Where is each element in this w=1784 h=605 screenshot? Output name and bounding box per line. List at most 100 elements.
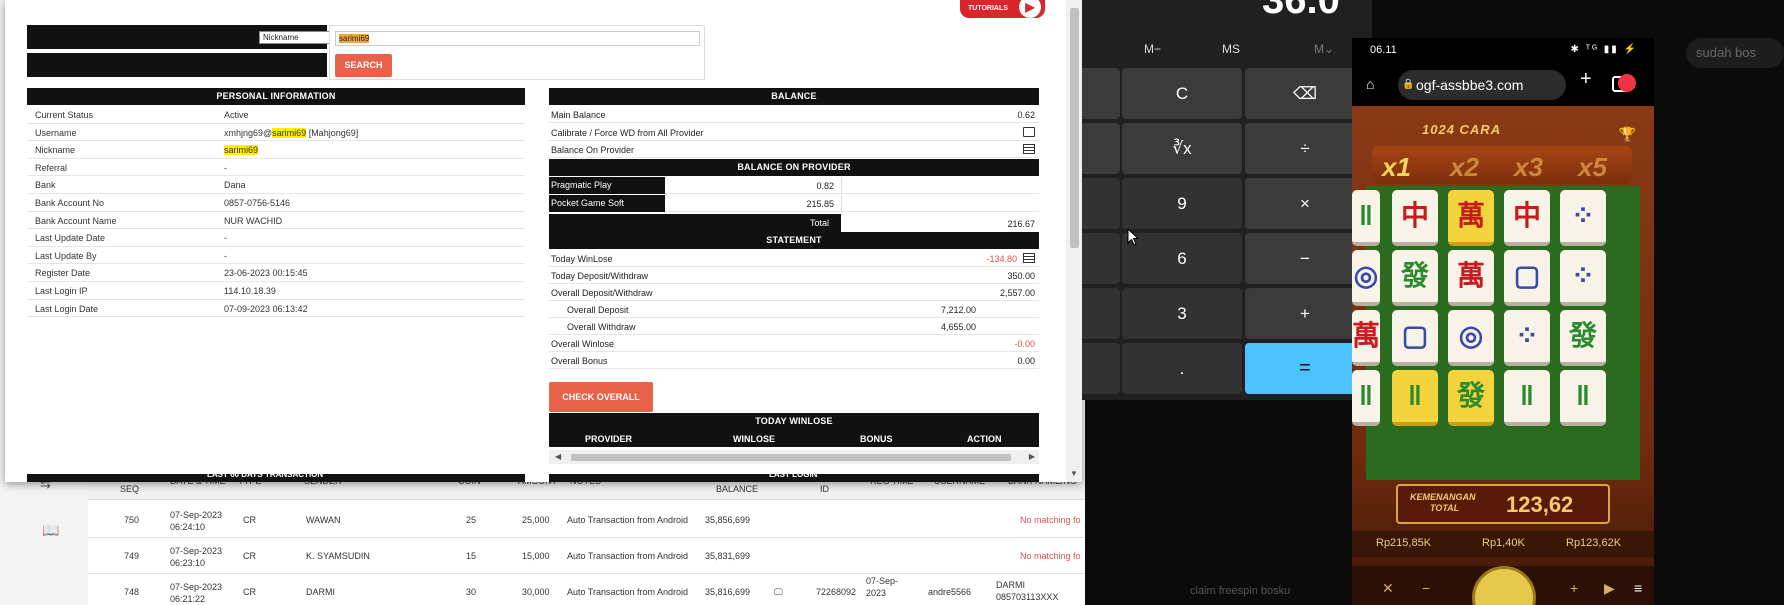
info-label: Register Date xyxy=(35,268,91,279)
calc-key-dot[interactable]: . xyxy=(1122,343,1242,394)
multiplier-x5: x5 xyxy=(1578,152,1607,182)
external-link-icon[interactable] xyxy=(1023,127,1035,137)
total-value: 216.67 xyxy=(1007,219,1035,229)
calc-key-6[interactable]: 6 xyxy=(1122,233,1242,284)
overall-winlose-row: Overall Winlose -0.00 xyxy=(549,335,1039,353)
info-label: Last Update Date xyxy=(35,233,106,244)
scroll-down-icon[interactable]: ▼ xyxy=(1070,469,1078,478)
calc-key-partial[interactable] xyxy=(1082,68,1120,119)
close-icon[interactable]: ✕ xyxy=(1382,580,1394,597)
row-date: 07-Sep-2023 xyxy=(170,510,223,520)
browser-url-bar[interactable]: 🔒 ogf-assbbe3.com xyxy=(1398,70,1566,100)
horizontal-scrollbar[interactable]: ◀ ▶ xyxy=(549,450,1039,464)
calculator-icon[interactable] xyxy=(1023,144,1035,154)
calc-key-divide[interactable]: ÷ xyxy=(1245,123,1365,174)
tile: 發 xyxy=(1560,310,1606,366)
on-provider-label: Balance On Provider xyxy=(551,145,635,155)
book-icon[interactable]: 📖 xyxy=(42,522,59,539)
info-label: Bank xyxy=(35,180,56,191)
menu-icon[interactable]: ≡ xyxy=(1634,580,1642,596)
provider-name: Pocket Game Soft xyxy=(549,195,665,212)
phone-status-icons: ✱ ᵀᴳ ▮▮ ⚡ xyxy=(1570,44,1638,55)
info-value: NUR WACHID xyxy=(224,215,283,226)
mem-minus-button[interactable]: M− xyxy=(1144,42,1161,56)
check-overall-button[interactable]: CHECK OVERALL xyxy=(549,382,653,412)
table-row[interactable]: 748 07-Sep-2023 06:21:22 CR DARMI 30 30,… xyxy=(88,574,1085,605)
row-seq: 750 xyxy=(124,515,140,525)
header-id: ID xyxy=(820,484,829,494)
new-tab-icon[interactable]: + xyxy=(1580,68,1592,91)
balance-header: BALANCE xyxy=(549,88,1039,105)
table-row[interactable]: 750 07-Sep-2023 06:24:10 CR WAWAN 25 25,… xyxy=(88,502,1085,538)
plus-bet-icon[interactable]: + xyxy=(1570,580,1578,596)
tile: 中 xyxy=(1504,190,1550,246)
game-controls: ✕ − + ▶ ≡ xyxy=(1352,566,1654,605)
select-value: Nickname xyxy=(263,33,299,42)
today-dw-value: 350.00 xyxy=(1007,271,1035,281)
calc-key-9[interactable]: 9 xyxy=(1122,178,1242,229)
calc-key-clear[interactable]: C xyxy=(1122,68,1242,119)
browser-menu-icon[interactable] xyxy=(1618,74,1636,92)
overall-winlose-value: -0.00 xyxy=(1014,339,1035,349)
mem-store-button[interactable]: MS xyxy=(1222,42,1240,56)
search-bar-filler xyxy=(27,53,327,77)
info-value: - xyxy=(224,162,227,173)
calc-key-3[interactable]: 3 xyxy=(1122,288,1242,339)
calc-key-partial[interactable] xyxy=(1082,178,1120,229)
spin-button[interactable] xyxy=(1472,566,1536,605)
calculator-icon[interactable] xyxy=(1023,253,1035,263)
calculator-window: 36.0 M− MS M⌄ C ⌫ ∛x ÷ 9 × 6 − 3 + . = xyxy=(1082,0,1372,400)
personal-info-row: Last Update Date - xyxy=(27,229,525,247)
search-button[interactable]: SEARCH xyxy=(335,54,392,77)
game-stats-bar: Rp215,85K Rp1,40K Rp123,62K xyxy=(1352,531,1654,557)
info-value: sarimi69 xyxy=(224,145,259,156)
search-select-bar: Nickname ▼ xyxy=(27,25,339,49)
trophy-icon[interactable]: 🏆 xyxy=(1619,126,1636,143)
table-row[interactable]: 749 07-Sep-2023 06:23:10 CR K. SYAMSUDIN… xyxy=(88,538,1085,574)
row-reg-date: 07-Sep- xyxy=(866,576,899,586)
today-winlose-value: -134.80 xyxy=(986,254,1017,264)
row-coin: 30 xyxy=(466,587,477,597)
minus-bet-icon[interactable]: − xyxy=(1422,580,1430,596)
header-seq: SEQ xyxy=(120,484,140,494)
search-type-select[interactable]: Nickname ▼ xyxy=(259,31,339,44)
stat-balance: Rp215,85K xyxy=(1376,537,1432,549)
transactions-table: SEQ DATE & TIME TYPE SENDER COIN AMOUNT … xyxy=(88,470,1085,605)
player-detail-modal: TUTORIALS ▶ Nickname ▼ sarimi69 SEARCH P… xyxy=(5,0,1082,482)
calc-key-cuberoot[interactable]: ∛x xyxy=(1122,123,1242,174)
mem-list-button[interactable]: M⌄ xyxy=(1314,42,1334,56)
main-balance-value: 0.62 xyxy=(1017,110,1035,120)
calc-key-backspace[interactable]: ⌫ xyxy=(1245,68,1365,119)
calc-key-partial[interactable] xyxy=(1082,123,1120,174)
today-dw-row: Today Deposit/Withdraw 350.00 xyxy=(549,267,1039,285)
provider-value: 0.82 xyxy=(816,181,834,191)
chat-message: claim freespin bosku xyxy=(1190,585,1291,597)
home-icon[interactable]: ⌂ xyxy=(1366,76,1374,92)
overall-bonus-label: Overall Bonus xyxy=(551,356,608,366)
vertical-scrollbar[interactable]: ▼ xyxy=(1066,0,1082,482)
total-label: Total xyxy=(549,214,841,232)
personal-info-row: Register Date 23-06-2023 00:15:45 xyxy=(27,264,525,282)
scroll-left-icon[interactable]: ◀ xyxy=(555,452,561,461)
calc-key-multiply[interactable]: × xyxy=(1245,178,1365,229)
tutorials-logo[interactable]: TUTORIALS ▶ xyxy=(960,0,1045,18)
info-value: 114.10.18.39 xyxy=(224,286,276,296)
overall-deposit-row: Overall Deposit 7,212.00 xyxy=(549,301,1039,319)
calc-key-partial[interactable] xyxy=(1082,288,1120,339)
overall-withdraw-row: Overall Withdraw 4,655.00 xyxy=(549,318,1039,336)
calc-key-minus[interactable]: − xyxy=(1245,233,1365,284)
calc-key-plus[interactable]: + xyxy=(1245,288,1365,339)
calc-key-partial[interactable] xyxy=(1082,343,1120,394)
search-input[interactable]: sarimi69 xyxy=(335,31,700,46)
calibrate-label: Calibrate / Force WD from All Provider xyxy=(551,128,704,138)
overall-withdraw-label: Overall Withdraw xyxy=(567,322,636,332)
tile: ‖ xyxy=(1560,370,1606,426)
scroll-right-icon[interactable]: ▶ xyxy=(1029,452,1035,461)
calc-key-partial[interactable] xyxy=(1082,233,1120,284)
provider-header: BALANCE ON PROVIDER xyxy=(549,159,1039,176)
calc-key-equals[interactable]: = xyxy=(1245,343,1365,394)
autoplay-icon[interactable]: ▶ xyxy=(1604,580,1615,597)
info-label: Nickname xyxy=(35,145,76,156)
chat-icon[interactable]: 🖵 xyxy=(774,587,783,598)
tile: 發 xyxy=(1448,370,1494,426)
